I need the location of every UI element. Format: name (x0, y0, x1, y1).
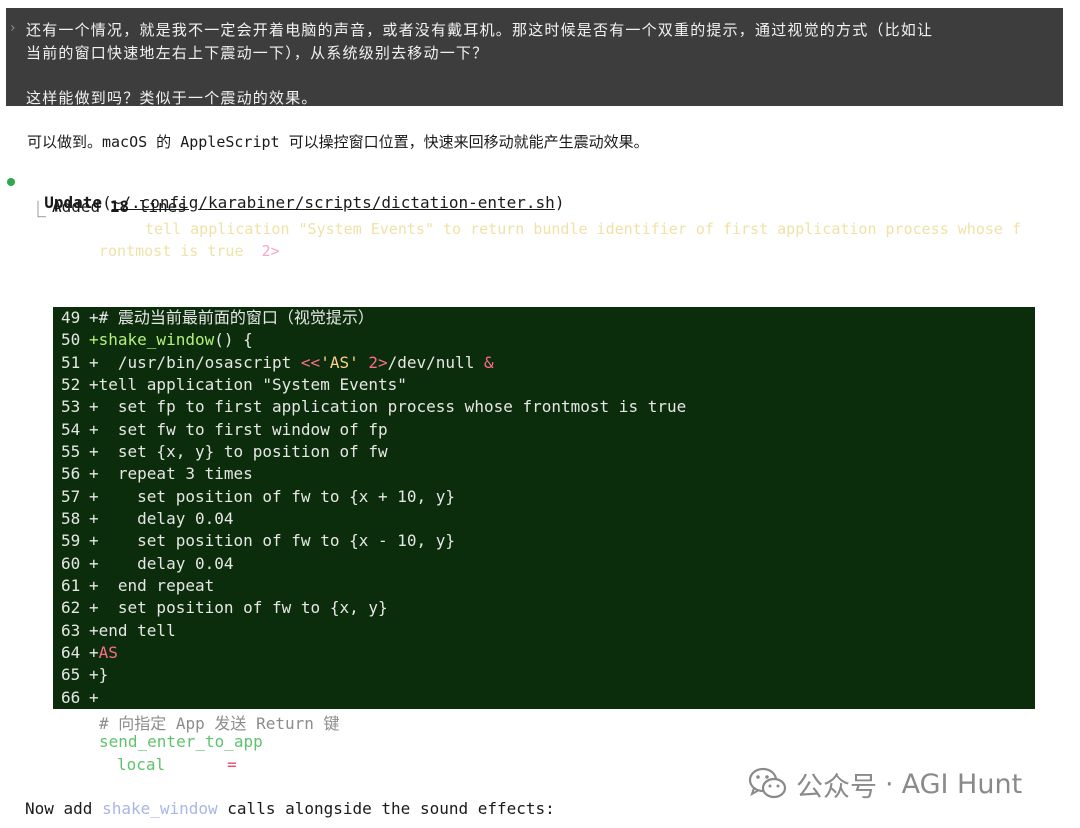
faded-context-line-2: rontmost is true 2> (99, 242, 280, 260)
diff-line: 55 + set {x, y} to position of fw (61, 442, 388, 461)
watermark-separator: · (885, 768, 894, 800)
faded-context-line-1: tell application "System Events" to retu… (145, 220, 1021, 238)
footer-message: Now add shake_window calls alongside the… (25, 799, 555, 818)
diff-line: 57 + set position of fw to {x + 10, y} (61, 487, 456, 506)
user-prompt-box: › 还有一个情况，就是我不一定会开着电脑的声音，或者没有戴耳机。那这时候是否有一… (6, 8, 1063, 107)
prompt-line-2: 当前的窗口快速地左右上下震动一下），从系统级别去移动一下？ (26, 44, 489, 62)
diff-line: 65 +} (61, 665, 109, 684)
diff-line: 58 + delay 0.04 (61, 509, 234, 528)
watermark-channel: 公众号 (796, 771, 877, 803)
wechat-icon (748, 766, 788, 802)
added-count: 18 (109, 197, 130, 216)
prompt-caret-icon: › (10, 20, 16, 36)
diff-line: 61 + end repeat (61, 576, 215, 595)
prompt-line-1: 还有一个情况，就是我不一定会开着电脑的声音，或者没有戴耳机。那这时候是否有一个双… (26, 21, 934, 39)
tool-result-summary: Added 18 lines (52, 197, 187, 216)
tool-status-dot-icon (7, 178, 15, 186)
diff-line: 53 + set fp to first application process … (61, 397, 687, 416)
code-operator: = (227, 755, 237, 774)
diff-line: 51 + /usr/bin/osascript <<'AS' 2>/dev/nul… (61, 353, 494, 372)
diff-line: 54 + set fw to first window of fp (61, 420, 388, 439)
diff-line: 66 + (61, 688, 99, 707)
code-keyword-local: local (117, 755, 166, 774)
diff-line: 63 +end tell (61, 621, 176, 640)
diff-line: 56 + repeat 3 times (61, 464, 253, 483)
diff-line: 59 + set position of fw to {x - 10, y} (61, 531, 456, 550)
prompt-line-3: 这样能做到吗？类似于一个震动的效果。 (26, 89, 318, 107)
code-comment: # 向指定 App 发送 Return 键 (99, 714, 340, 733)
footer-function-ref: shake_window (102, 799, 218, 818)
code-function-name: send_enter_to_app (99, 732, 263, 751)
diff-line: 64 +AS (61, 643, 118, 662)
diff-line: 49 +# 震动当前最前面的窗口（视觉提示） (61, 308, 374, 327)
diff-line: 62 + set position of fw to {x, y} (61, 598, 388, 617)
diff-line: 60 + delay 0.04 (61, 554, 234, 573)
watermark: 公众号 · AGI Hunt (748, 764, 1022, 804)
tree-branch-icon: ⎿ (30, 200, 47, 219)
watermark-name: AGI Hunt (901, 768, 1023, 800)
diff-line: 52 +tell application "System Events" (61, 375, 407, 394)
diff-line: 50 +shake_window() { (61, 330, 253, 349)
diff-block: 49 +# 震动当前最前面的窗口（视觉提示） 50 +shake_window() … (53, 307, 1035, 709)
assistant-reply: 可以做到。macOS 的 AppleScript 可以操控窗口位置，快速来回移动… (27, 133, 649, 151)
